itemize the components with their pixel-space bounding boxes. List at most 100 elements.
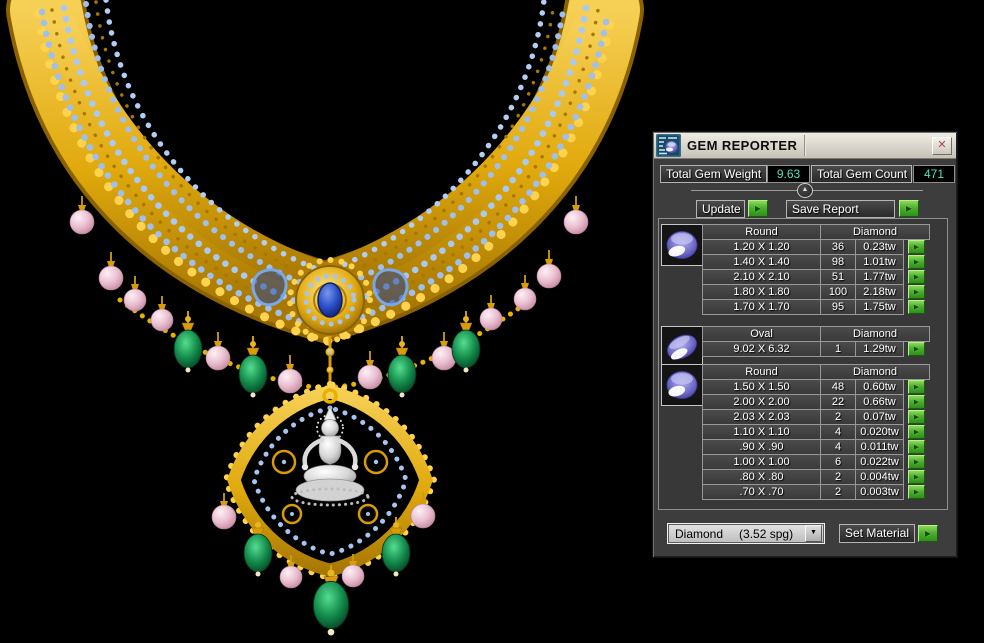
gem-weight: 0.07tw: [855, 409, 904, 425]
gem-group-table: RoundDiamond1.20 X 1.20360.23tw▶1.40 X 1…: [702, 224, 930, 315]
gem-weight: 1.77tw: [855, 269, 904, 285]
select-gem-row-button[interactable]: ▶: [908, 270, 925, 284]
save-report-run-button[interactable]: ▶: [899, 200, 919, 217]
gem-row: 2.03 X 2.0320.07tw▶: [702, 409, 930, 425]
gem-count: 98: [820, 254, 856, 270]
select-gem-row-button[interactable]: ▶: [908, 485, 925, 499]
gem-group-header-row: RoundDiamond: [702, 364, 930, 380]
gem-reporter-panel: GEM REPORTER ✕ Total Gem Weight 9.63 Tot…: [652, 131, 958, 558]
material-dropdown[interactable]: Diamond (3.52 spg) ▼: [667, 523, 825, 544]
total-gem-count-label: Total Gem Count: [811, 165, 912, 183]
gem-table: RoundDiamond1.20 X 1.20360.23tw▶1.40 X 1…: [658, 218, 948, 510]
select-gem-row-button[interactable]: ▶: [908, 255, 925, 269]
gem-size: 1.80 X 1.80: [702, 284, 821, 300]
collapse-up-icon: ▲: [802, 186, 809, 193]
group-shape-header: Round: [702, 364, 821, 380]
gem-weight: 1.75tw: [855, 299, 904, 315]
gem-row: 9.02 X 6.3211.29tw▶: [702, 341, 930, 357]
gem-size: 2.03 X 2.03: [702, 409, 821, 425]
gem-row: 1.00 X 1.0060.022tw▶: [702, 454, 930, 470]
select-gem-row-button[interactable]: ▶: [908, 285, 925, 299]
close-icon: ✕: [937, 139, 946, 151]
gem-count: 2: [820, 469, 856, 485]
select-gem-row-button[interactable]: ▶: [908, 440, 925, 454]
round-gem-icon: [661, 364, 703, 406]
collapse-button[interactable]: ▲: [797, 183, 813, 198]
gem-weight: 0.003tw: [855, 484, 904, 500]
dropdown-arrow-button[interactable]: ▼: [805, 525, 822, 542]
gem-row: 1.70 X 1.70951.75tw▶: [702, 299, 930, 315]
gem-weight: 0.020tw: [855, 424, 904, 440]
gem-size: 1.00 X 1.00: [702, 454, 821, 470]
green-run-arrow-icon: ▶: [906, 205, 912, 213]
green-run-arrow-icon: ▶: [914, 289, 919, 296]
green-run-arrow-icon: ▶: [914, 429, 919, 436]
gem-row: .90 X .9040.011tw▶: [702, 439, 930, 455]
oval-gem-icon: [661, 326, 703, 368]
group-material-header: Diamond: [820, 364, 930, 380]
select-gem-row-button[interactable]: ▶: [908, 410, 925, 424]
gem-count: 36: [820, 239, 856, 255]
gem-size: 2.00 X 2.00: [702, 394, 821, 410]
total-gem-weight-label: Total Gem Weight: [660, 165, 767, 183]
gem-size: .70 X .70: [702, 484, 821, 500]
green-run-arrow-icon: ▶: [914, 489, 919, 496]
gem-count: 95: [820, 299, 856, 315]
gem-row: 1.10 X 1.1040.020tw▶: [702, 424, 930, 440]
gem-count: 2: [820, 484, 856, 500]
green-run-arrow-icon: ▶: [914, 384, 919, 391]
gem-group-header-row: OvalDiamond: [702, 326, 930, 342]
select-gem-row-button[interactable]: ▶: [908, 470, 925, 484]
material-density-value: (3.52 spg): [739, 527, 793, 541]
round-gem-icon: [661, 224, 703, 266]
gem-weight: 0.60tw: [855, 379, 904, 395]
select-gem-row-button[interactable]: ▶: [908, 240, 925, 254]
green-run-arrow-icon: ▶: [755, 205, 761, 213]
update-button[interactable]: Update: [696, 200, 745, 218]
gem-weight: 0.23tw: [855, 239, 904, 255]
viewport-3d[interactable]: [0, 0, 650, 643]
gem-count: 100: [820, 284, 856, 300]
green-run-arrow-icon: ▶: [914, 444, 919, 451]
gem-group-table: RoundDiamond1.50 X 1.50480.60tw▶2.00 X 2…: [702, 364, 930, 500]
paisley-motif: [253, 270, 286, 305]
gem-size: 1.40 X 1.40: [702, 254, 821, 270]
green-run-arrow-icon: ▶: [914, 399, 919, 406]
update-run-button[interactable]: ▶: [748, 200, 768, 217]
gem-count: 51: [820, 269, 856, 285]
close-button[interactable]: ✕: [932, 137, 952, 155]
window-title: GEM REPORTER: [687, 138, 797, 153]
green-run-arrow-icon: ▶: [914, 414, 919, 421]
set-material-button[interactable]: Set Material: [839, 524, 915, 543]
green-run-arrow-icon: ▶: [914, 474, 919, 481]
gem-row: .70 X .7020.003tw ▶: [702, 484, 930, 500]
select-gem-row-button[interactable]: ▶: [908, 425, 925, 439]
deity-figure: [292, 407, 368, 505]
gem-size: 1.10 X 1.10: [702, 424, 821, 440]
gem-size: 1.20 X 1.20: [702, 239, 821, 255]
material-dropdown-value: Diamond: [668, 527, 723, 541]
select-gem-row-button[interactable]: ▶: [908, 342, 925, 356]
green-run-arrow-icon: ▶: [925, 530, 931, 538]
select-gem-row-button[interactable]: ▶: [908, 300, 925, 314]
select-gem-row-button[interactable]: ▶: [908, 395, 925, 409]
gem-weight: 0.66tw: [855, 394, 904, 410]
gem-weight: 0.004tw: [855, 469, 904, 485]
gem-weight: 0.011tw: [855, 439, 904, 455]
titlebar[interactable]: GEM REPORTER ✕: [654, 133, 956, 159]
select-gem-row-button[interactable]: ▶: [908, 455, 925, 469]
gem-weight: 2.18tw: [855, 284, 904, 300]
set-material-run-button[interactable]: ▶: [918, 525, 938, 542]
gem-size: .90 X .90: [702, 439, 821, 455]
total-gem-count-value: 471: [913, 165, 955, 183]
green-run-arrow-icon: ▶: [914, 274, 919, 281]
gem-weight: 0.022tw: [855, 454, 904, 470]
necklace-render: [0, 0, 650, 643]
gem-row: 1.40 X 1.40981.01tw▶: [702, 254, 930, 270]
paisley-motif: [374, 270, 407, 305]
gem-weight: 1.29tw: [855, 341, 904, 357]
application-screen: GEM REPORTER ✕ Total Gem Weight 9.63 Tot…: [0, 0, 984, 643]
green-run-arrow-icon: ▶: [914, 244, 919, 251]
select-gem-row-button[interactable]: ▶: [908, 380, 925, 394]
save-report-button[interactable]: Save Report: [786, 200, 895, 218]
